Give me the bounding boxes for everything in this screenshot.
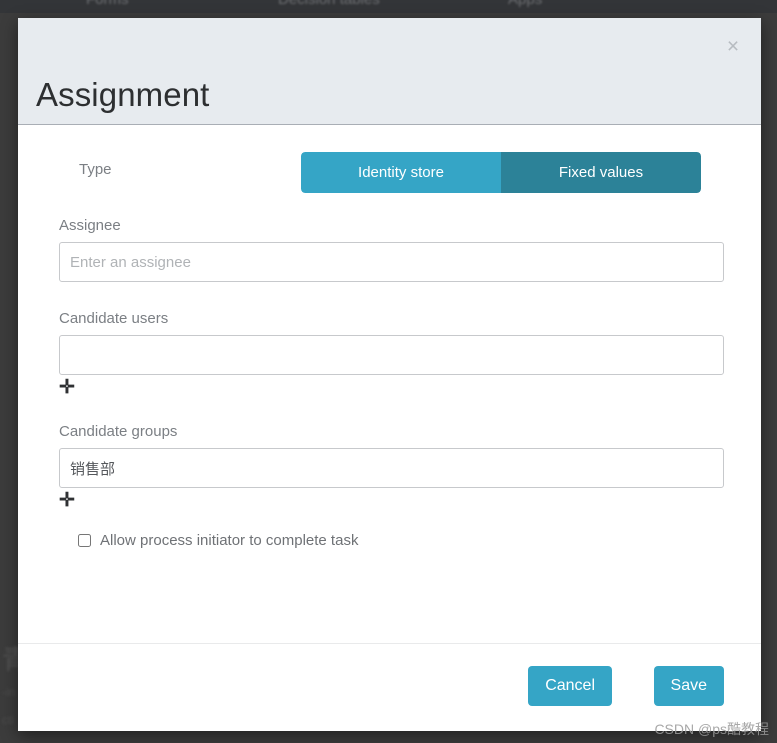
assignee-label: Assignee xyxy=(59,217,121,234)
cancel-button[interactable]: Cancel xyxy=(528,666,612,706)
initiator-checkbox-row: Allow process initiator to complete task xyxy=(78,532,358,549)
type-option-fixed-values[interactable]: Fixed values xyxy=(501,152,701,193)
save-button[interactable]: Save xyxy=(653,666,724,706)
type-toggle-group: Identity store Fixed values xyxy=(301,152,701,193)
background-navbar: Forms Decision tables Apps xyxy=(0,0,777,13)
background-ghost-text-2: -in xyxy=(2,685,16,699)
modal-header: Assignment × xyxy=(18,18,761,125)
modal-body: Type Identity store Fixed values Assigne… xyxy=(18,125,761,643)
assignee-field-group: Assignee xyxy=(59,217,724,282)
background-nav-item-forms: Forms xyxy=(86,0,129,8)
candidate-users-field-group: Candidate users ✛ xyxy=(59,310,724,398)
page-title: Assignment xyxy=(36,76,210,114)
background-ghost-text-3: cti xyxy=(2,713,14,727)
type-option-identity-store[interactable]: Identity store xyxy=(301,152,501,193)
add-candidate-user-icon[interactable]: ✛ xyxy=(59,378,75,397)
modal-footer: Cancel Save xyxy=(18,643,761,731)
background-nav-item-decision-tables: Decision tables xyxy=(278,0,380,8)
background-nav-item-apps: Apps xyxy=(508,0,542,8)
assignment-modal: Assignment × Type Identity store Fixed v… xyxy=(18,18,761,731)
candidate-users-label: Candidate users xyxy=(59,310,169,327)
type-label: Type xyxy=(79,161,112,178)
type-row: Type Identity store Fixed values xyxy=(18,152,761,200)
assignee-input[interactable] xyxy=(59,242,724,282)
candidate-groups-input[interactable] xyxy=(59,448,724,488)
close-icon[interactable]: × xyxy=(719,32,747,60)
allow-initiator-label[interactable]: Allow process initiator to complete task xyxy=(100,532,358,549)
candidate-groups-field-group: Candidate groups ✛ xyxy=(59,423,724,511)
add-candidate-group-icon[interactable]: ✛ xyxy=(59,491,75,510)
candidate-groups-label: Candidate groups xyxy=(59,423,178,440)
candidate-users-input[interactable] xyxy=(59,335,724,375)
allow-initiator-checkbox[interactable] xyxy=(78,534,91,547)
